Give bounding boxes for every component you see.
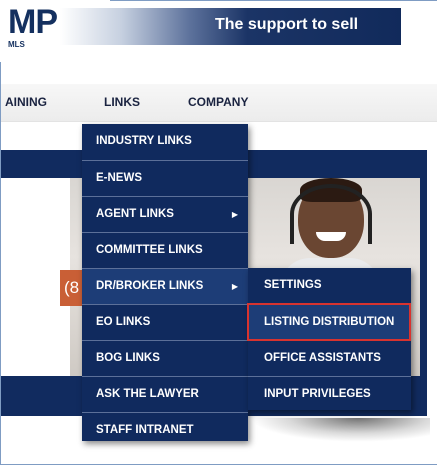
nav-item-training[interactable]: AINING <box>5 95 47 109</box>
logo-subtext: MLS <box>8 40 25 49</box>
submenu-item-listing-distribution[interactable]: LISTING DISTRIBUTION <box>248 304 411 340</box>
menu-item-staff-intranet[interactable]: STAFF INTRANET <box>82 412 248 448</box>
chevron-right-icon: ▶ <box>231 282 238 291</box>
logo-text: MP <box>8 3 58 41</box>
menu-item-industry-links[interactable]: INDUSTRY LINKS <box>82 124 248 160</box>
menu-item-agent-links[interactable]: AGENT LINKS ▶ <box>82 196 248 232</box>
nav-item-company[interactable]: COMPANY <box>188 95 248 109</box>
menu-item-e-news[interactable]: E-NEWS <box>82 160 248 196</box>
menu-item-committee-links[interactable]: COMMITTEE LINKS <box>82 232 248 268</box>
links-dropdown-menu: INDUSTRY LINKS E-NEWS AGENT LINKS ▶ COMM… <box>82 124 248 441</box>
chevron-right-icon: ▶ <box>231 210 238 219</box>
menu-item-dr-broker-links[interactable]: DR/BROKER LINKS ▶ <box>82 268 248 304</box>
panel-shadow <box>250 418 430 442</box>
header-banner: The support to sell <box>60 8 401 45</box>
menu-item-ask-the-lawyer[interactable]: ASK THE LAWYER <box>82 376 248 412</box>
submenu-item-office-assistants[interactable]: OFFICE ASSISTANTS <box>248 340 411 376</box>
submenu-item-settings[interactable]: SETTINGS <box>248 268 411 304</box>
phone-badge: (8 <box>60 270 84 306</box>
nav-item-links[interactable]: LINKS <box>104 95 140 109</box>
broker-links-submenu: SETTINGS LISTING DISTRIBUTION OFFICE ASS… <box>248 268 411 410</box>
menu-item-bog-links[interactable]: BOG LINKS <box>82 340 248 376</box>
submenu-item-input-privileges[interactable]: INPUT PRIVILEGES <box>248 376 411 412</box>
menu-item-eo-links[interactable]: EO LINKS <box>82 304 248 340</box>
tagline: The support to sell <box>215 16 359 33</box>
main-nav: AINING LINKS COMPANY <box>1 84 437 122</box>
